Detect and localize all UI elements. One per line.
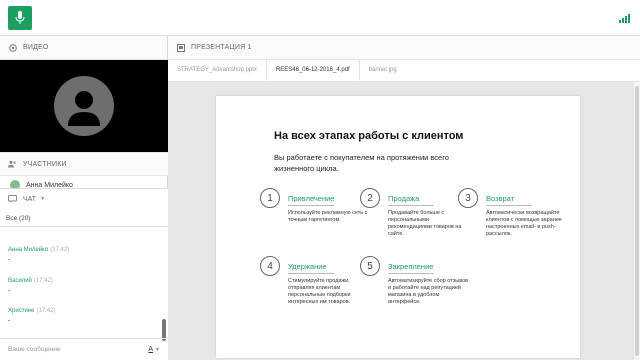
message-time: (17:42) (50, 247, 70, 253)
slide-scrollbar[interactable] (634, 82, 640, 360)
chat-message-input[interactable]: Ваше сообщение (8, 346, 61, 353)
left-panel: ВИДЕО УЧАСТНИКИ Анна Милейко ЧАТ ▼ Все (… (0, 36, 168, 360)
people-icon (8, 160, 17, 169)
step-title: Удержание (288, 262, 327, 271)
chat-message: Василий (17:42) - (8, 278, 53, 295)
step-title: Привлечение (288, 194, 335, 203)
step-title: Закрепление (388, 262, 434, 271)
chat-bubble-icon (8, 194, 17, 204)
chat-title: ЧАТ (23, 195, 37, 203)
microphone-button[interactable] (8, 6, 32, 30)
chat-input-bar[interactable]: Ваше сообщение A ▼ (0, 338, 168, 360)
presentation-icon (176, 43, 185, 52)
chat-message: Анна Милейко (17:42) - (8, 247, 70, 264)
message-text: - (8, 288, 11, 295)
slide: На всех этапах работы с клиентом Вы рабо… (216, 96, 580, 358)
chat-panel: ЧАТ ▼ Все (20) Анна Милейко (17:42) - Вас… (0, 188, 168, 360)
chevron-down-icon[interactable]: ▼ (155, 347, 160, 353)
divider (388, 205, 434, 206)
participants-panel: УЧАСТНИКИ Анна Милейко (0, 152, 168, 190)
divider (288, 273, 334, 274)
microphone-icon (15, 11, 25, 24)
presentation-title: ПРЕЗЕНТАЦИЯ 1 (191, 44, 252, 51)
chat-header[interactable]: ЧАТ ▼ (0, 189, 168, 209)
divider (288, 205, 334, 206)
video-feed[interactable] (0, 60, 168, 152)
message-author: Анна Милейко (8, 247, 49, 253)
tab-banner-jpg[interactable]: banner.jpg (360, 59, 406, 81)
divider (0, 226, 168, 227)
step-number: 3 (458, 188, 478, 208)
step-title: Возврат (486, 194, 515, 203)
message-author: Василий (8, 278, 32, 284)
participants-header[interactable]: УЧАСТНИКИ (0, 152, 168, 176)
step-description: Автоматизируйте сбор отзывов и работайте… (388, 278, 469, 305)
chevron-down-icon[interactable]: ▼ (40, 196, 45, 202)
signal-strength-icon (619, 13, 630, 23)
slide-subtitle: Вы работаете с покупателем на протяжении… (274, 153, 449, 173)
scrollbar-thumb[interactable] (635, 86, 639, 356)
message-text: - (8, 257, 11, 264)
divider (388, 273, 434, 274)
camera-icon (8, 43, 17, 52)
video-panel-header[interactable]: ВИДЕО (0, 36, 167, 60)
text-format-icon[interactable]: A (148, 346, 153, 353)
message-author: Христине (8, 308, 35, 314)
video-panel-title: ВИДЕО (23, 44, 49, 51)
step-number: 1 (260, 188, 280, 208)
presentation-header[interactable]: ПРЕЗЕНТАЦИЯ 1 (168, 36, 640, 60)
step-description: Продавайте больше с персональными рекоме… (388, 210, 462, 237)
step-number: 5 (360, 256, 380, 276)
step-description: Стимулируйте продажи, отправляя клиентам… (288, 278, 351, 305)
message-time: (17:42) (33, 278, 53, 284)
slide-viewer: На всех этапах работы с клиентом Вы рабо… (168, 82, 640, 360)
step-number: 2 (360, 188, 380, 208)
chat-filter-all[interactable]: Все (20) (6, 215, 31, 222)
message-time: (17:42) (36, 308, 56, 314)
step-title: Продажа (388, 194, 420, 203)
step-number: 4 (260, 256, 280, 276)
message-text: - (8, 318, 11, 325)
step-description: Используйте рекламную сеть с точным тарг… (288, 210, 368, 223)
tab-rees46-pdf[interactable]: REES46_06-12-2016_4.pdf (265, 59, 360, 81)
divider (486, 205, 532, 206)
participants-title: УЧАСТНИКИ (23, 160, 67, 168)
presentation-panel: ПРЕЗЕНТАЦИЯ 1 STRATEGY_Advantshop.pptx R… (168, 36, 640, 360)
file-tabs: STRATEGY_Advantshop.pptx REES46_06-12-20… (168, 59, 640, 82)
tab-strategy-pptx[interactable]: STRATEGY_Advantshop.pptx (168, 59, 266, 81)
user-avatar-icon (54, 76, 114, 136)
step-description: Автоматически возвращайте клиентов с пом… (486, 210, 562, 237)
slide-title: На всех этапах работы с клиентом (274, 130, 464, 142)
chat-message: Христине (17:42) - (8, 308, 56, 325)
top-bar (0, 0, 640, 36)
